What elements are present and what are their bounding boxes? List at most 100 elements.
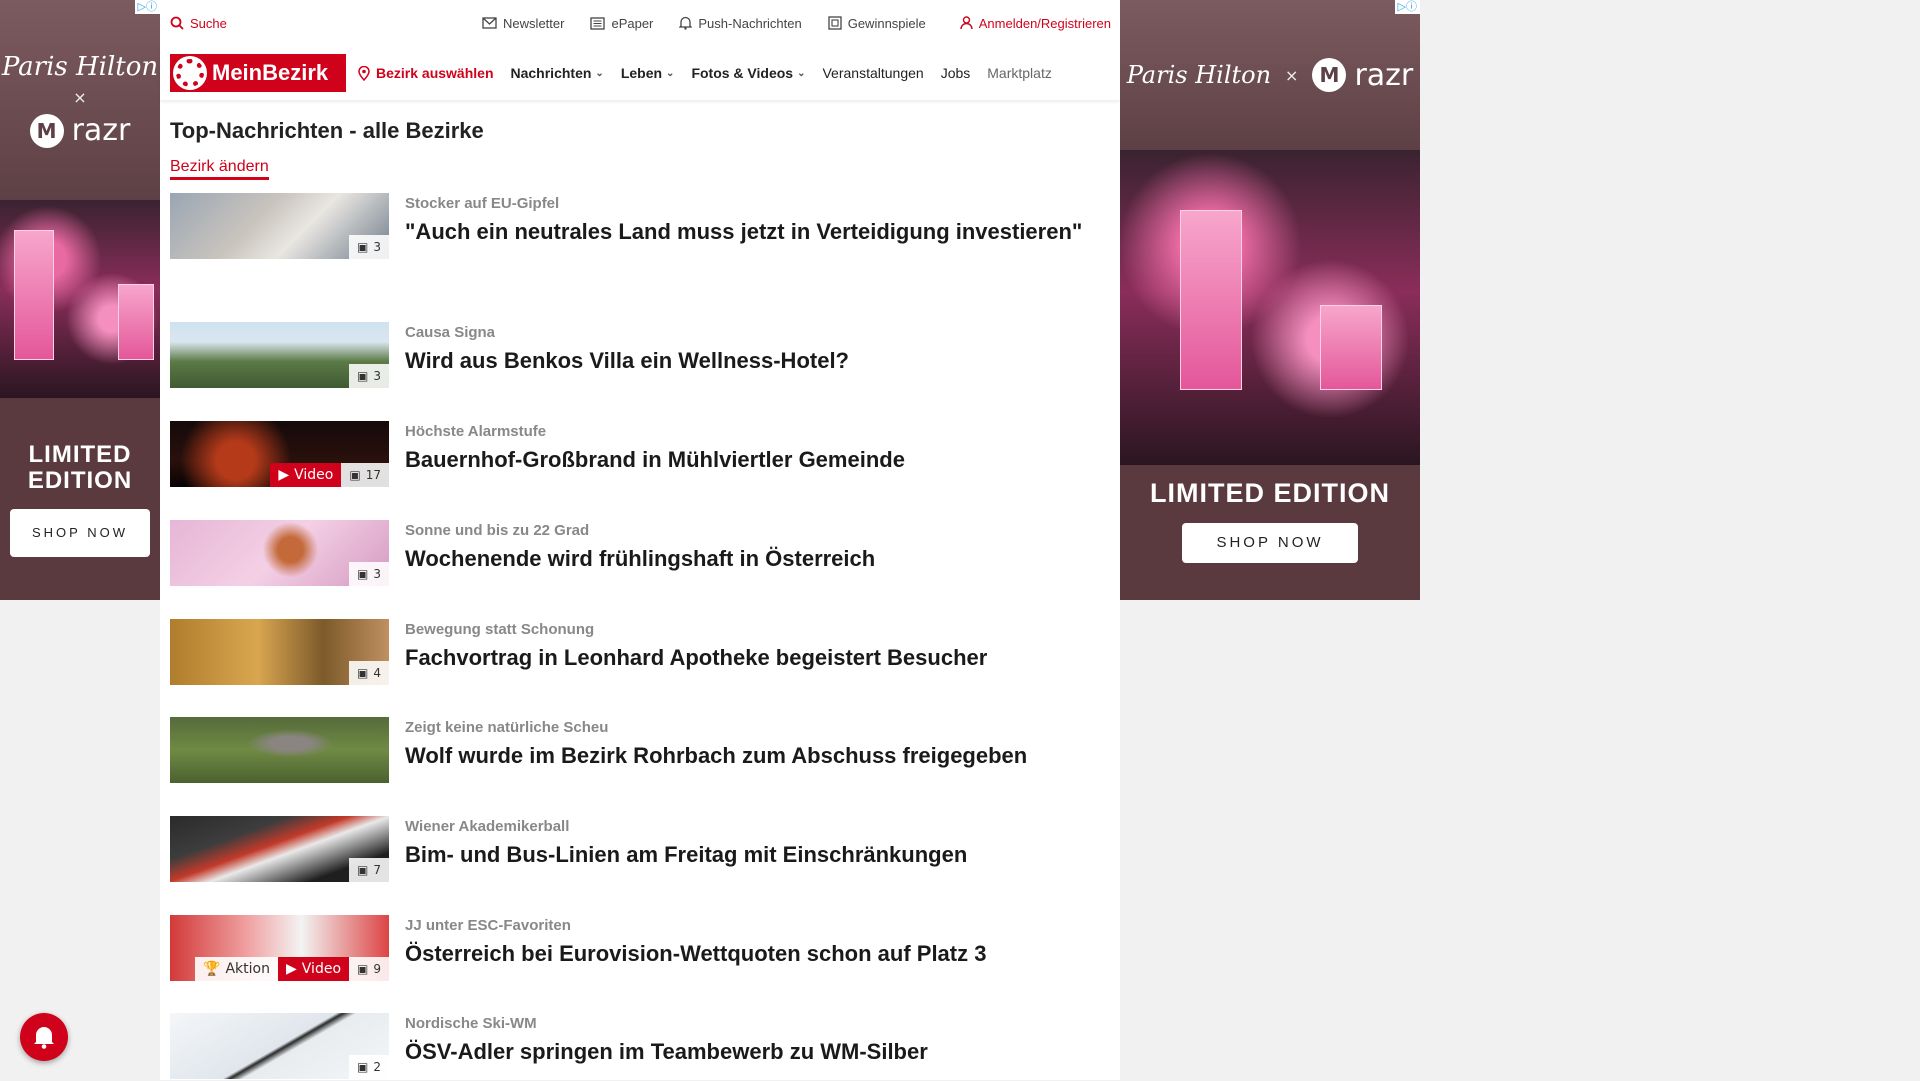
play-icon: ▶ (278, 467, 290, 483)
article-text: Höchste Alarmstufe Bauernhof-Großbrand i… (405, 421, 905, 489)
article-text: Bewegung statt Schonung Fachvortrag in L… (405, 619, 987, 687)
article-headline[interactable]: Österreich bei Eurovision-Wettquoten sch… (405, 940, 986, 969)
ad-product-photo (1120, 150, 1420, 465)
article-thumbnail[interactable]: ▶ Video ▣ 17 (170, 421, 389, 487)
photo-count: 3 (373, 369, 381, 383)
article-item[interactable]: ▣ 3 Causa Signa Wird aus Benkos Villa ein… (170, 322, 1100, 390)
nav-label: Nachrichten (510, 65, 592, 81)
article-kicker: Höchste Alarmstufe (405, 423, 547, 440)
nav-label: Veranstaltungen (822, 65, 924, 81)
thumbnail-badges: ▣ 3 (349, 364, 389, 388)
site-logo[interactable]: MeinBezirk (170, 54, 346, 92)
article-thumbnail[interactable]: ▣ 3 (170, 322, 389, 388)
epaper-label: ePaper (611, 15, 654, 31)
chevron-down-icon: ⌄ (797, 67, 806, 79)
article-text: JJ unter ESC-Favoriten Österreich bei Eu… (405, 915, 986, 983)
article-thumbnail[interactable]: ▣ 3 (170, 193, 389, 259)
article-headline[interactable]: Fachvortrag in Leonhard Apotheke begeist… (405, 644, 987, 673)
ad-collab-x: × (73, 88, 87, 107)
ad-brand-script: Paris Hilton (1, 52, 159, 82)
article-thumbnail[interactable]: ▣ 3 (170, 520, 389, 586)
article-thumbnail[interactable] (170, 717, 389, 783)
left-ad-banner[interactable]: ▷ⓘ Paris Hilton × M razr LIMITED EDITION… (0, 0, 160, 600)
article-item[interactable]: ▣ 3 Stocker auf EU-Gipfel "Auch ein neutr… (170, 193, 1100, 261)
trophy-icon: 🏆 (203, 961, 221, 977)
ad-limited-text: LIMITED EDITION (27, 441, 133, 495)
logo-text: MeinBezirk (212, 60, 329, 85)
content-area: Top-Nachrichten - alle Bezirke Bezirk än… (160, 118, 1120, 180)
login-link[interactable]: Anmelden/Registrieren (960, 16, 1111, 31)
newsletter-link[interactable]: Newsletter (482, 16, 564, 31)
nav-label: Fotos & Videos (691, 65, 794, 81)
nav-item-marktplatz[interactable]: Marktplatz (987, 65, 1052, 81)
ad-cta-area: LIMITED EDITION SHOP NOW (1120, 465, 1420, 600)
gewinnspiele-link[interactable]: Gewinnspiele (828, 16, 926, 31)
article-item[interactable]: ▣ 2 Nordische Ski-WM ÖSV-Adler springen i… (170, 1013, 1100, 1081)
location-pin-icon (358, 65, 370, 81)
ad-brand-area: Paris Hilton × M razr (1120, 0, 1420, 150)
article-thumbnail[interactable]: 🏆 Aktion ▶ Video ▣ 9 (170, 915, 389, 981)
article-kicker: Stocker auf EU-Gipfel (405, 195, 560, 212)
photo-count-badge: ▣ 17 (341, 463, 389, 487)
article-thumbnail[interactable]: ▣ 4 (170, 619, 389, 685)
article-headline[interactable]: Bim- und Bus-Linien am Freitag mit Einsc… (405, 841, 967, 870)
article-headline[interactable]: Wolf wurde im Bezirk Rohrbach zum Abschu… (405, 742, 1027, 771)
nav-item-fotos-videos[interactable]: Fotos & Videos ⌄ (691, 65, 805, 81)
search-icon (170, 16, 184, 30)
article-headline[interactable]: Bauernhof-Großbrand in Mühlviertler Geme… (405, 446, 905, 475)
camera-icon: ▣ (357, 666, 369, 680)
article-kicker: Sonne und bis zu 22 Grad (405, 522, 590, 539)
login-label: Anmelden/Registrieren (978, 15, 1111, 31)
select-district-button[interactable]: Bezirk auswählen (358, 65, 494, 81)
nav-item-leben[interactable]: Leben ⌄ (621, 65, 675, 81)
camera-icon: ▣ (357, 567, 369, 581)
thumbnail-badges: ▣ 3 (349, 562, 389, 586)
article-text: Nordische Ski-WM ÖSV-Adler springen im T… (405, 1013, 928, 1081)
photo-count-badge: ▣ 2 (349, 1055, 389, 1079)
user-icon (960, 16, 973, 30)
ad-shop-now-button[interactable]: SHOP NOW (10, 508, 150, 557)
ad-brand-script: Paris Hilton (1126, 61, 1272, 89)
aktion-label: Aktion (225, 961, 270, 977)
push-label: Push-Nachrichten (698, 15, 802, 31)
nav-item-nachrichten[interactable]: Nachrichten ⌄ (511, 65, 604, 81)
article-item[interactable]: ▶ Video ▣ 17 Höchste Alarmstufe Bauernhof-… (170, 421, 1100, 489)
article-item[interactable]: Zeigt keine natürliche Scheu Wolf wurde … (170, 717, 1100, 785)
camera-icon: ▣ (357, 240, 369, 254)
ad-brand-area: Paris Hilton × M razr (0, 0, 160, 200)
bell-icon (679, 16, 693, 30)
bell-icon (34, 1027, 54, 1049)
notification-bell-button[interactable] (20, 1013, 68, 1061)
ad-product-name: razr (1354, 57, 1414, 93)
ad-product-photo (0, 200, 160, 398)
article-thumbnail[interactable]: ▣ 7 (170, 816, 389, 882)
gift-icon (828, 16, 842, 30)
article-headline[interactable]: "Auch ein neutrales Land muss jetzt in V… (405, 218, 1082, 247)
search-label: Suche (190, 15, 227, 31)
nav-item-veranstaltungen[interactable]: Veranstaltungen (822, 65, 923, 81)
article-kicker: Nordische Ski-WM (405, 1015, 537, 1032)
nav-label: Leben (620, 65, 663, 81)
adchoices-icon[interactable]: ▷ⓘ (1394, 0, 1420, 14)
article-item[interactable]: ▣ 4 Bewegung statt Schonung Fachvortrag i… (170, 619, 1100, 687)
photo-count-badge: ▣ 9 (349, 957, 389, 981)
article-headline[interactable]: Wird aus Benkos Villa ein Wellness-Hotel… (405, 347, 849, 376)
search-link[interactable]: Suche (170, 16, 227, 31)
article-headline[interactable]: ÖSV-Adler springen im Teambewerb zu WM-S… (405, 1038, 928, 1067)
ad-shop-now-button[interactable]: SHOP NOW (1182, 522, 1358, 563)
page-title: Top-Nachrichten - alle Bezirke (170, 118, 484, 143)
article-kicker: Causa Signa (405, 324, 496, 341)
video-badge: ▶ Video (278, 957, 350, 981)
adchoices-icon[interactable]: ▷ⓘ (134, 0, 160, 14)
article-thumbnail[interactable]: ▣ 2 (170, 1013, 389, 1079)
right-ad-banner[interactable]: ▷ⓘ Paris Hilton × M razr LIMITED EDITION… (1120, 0, 1420, 600)
article-item[interactable]: ▣ 7 Wiener Akademikerball Bim- und Bus-Li… (170, 816, 1100, 884)
epaper-link[interactable]: ePaper (590, 16, 653, 31)
push-notifications-link[interactable]: Push-Nachrichten (679, 15, 802, 31)
article-item[interactable]: ▣ 3 Sonne und bis zu 22 Grad Wochenende w… (170, 520, 1100, 588)
nav-item-jobs[interactable]: Jobs (941, 65, 971, 81)
article-item[interactable]: 🏆 Aktion ▶ Video ▣ 9 JJ unter ESC-Favoriten… (170, 915, 1100, 983)
change-district-link[interactable]: Bezirk ändern (170, 158, 269, 180)
article-headline[interactable]: Wochenende wird frühlingshaft in Österre… (405, 545, 875, 574)
aktion-badge: 🏆 Aktion (195, 957, 278, 981)
